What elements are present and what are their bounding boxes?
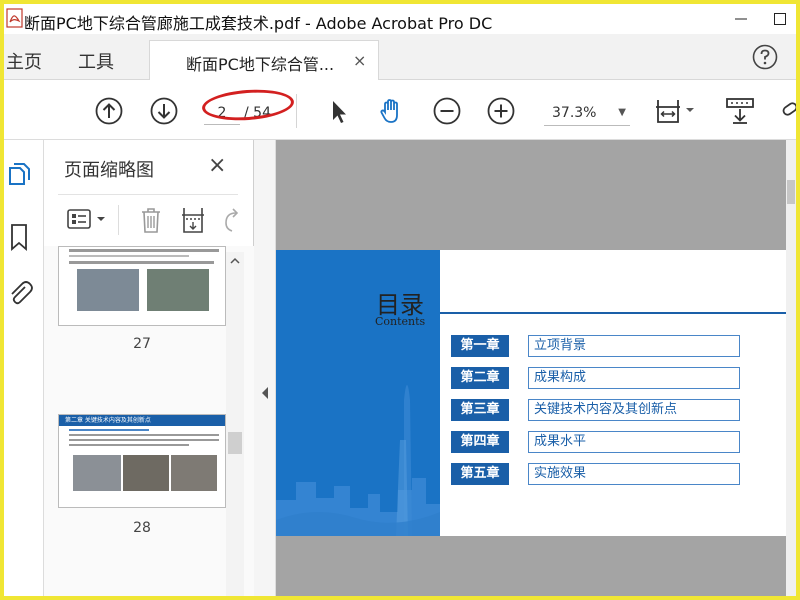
- toc-chapter-label: 第四章: [451, 431, 509, 453]
- thumbnail-options-icon[interactable]: [66, 207, 112, 233]
- title-bar: 断面PC地下综合管廊施工成套技术.pdf - Adobe Acrobat Pro…: [4, 4, 796, 34]
- rotate-icon[interactable]: [220, 207, 238, 233]
- panel-title: 页面缩略图: [64, 160, 154, 181]
- link-icon[interactable]: [780, 96, 796, 126]
- minimize-icon: [735, 18, 747, 20]
- help-icon[interactable]: [752, 44, 778, 70]
- page-view[interactable]: 目录 Contents 第一章 立项背景 第二章 成果构成 第三章 关键技术内容…: [276, 140, 786, 596]
- title-underline: [440, 312, 786, 314]
- document-scrollbar[interactable]: [786, 140, 796, 596]
- thumbnail-scrollbar[interactable]: [226, 252, 244, 596]
- thumb-text-line: [69, 249, 219, 252]
- thumbnail-page-27[interactable]: [58, 246, 226, 326]
- bookmark-icon[interactable]: [6, 222, 34, 252]
- thumb-text-line: [69, 429, 149, 431]
- fit-page-icon[interactable]: [654, 96, 698, 126]
- toolbar: 2 / 54 37.3% ▼: [4, 80, 796, 140]
- hand-tool-icon[interactable]: [376, 96, 406, 126]
- acrobat-window: 断面PC地下综合管廊施工成套技术.pdf - Adobe Acrobat Pro…: [4, 4, 796, 596]
- zoom-out-icon[interactable]: [432, 96, 462, 126]
- thumb-photo: [147, 269, 209, 311]
- thumb-text-line: [69, 261, 214, 264]
- scroll-mode-icon[interactable]: [724, 96, 756, 126]
- thumbnail-page-number: 27: [133, 336, 151, 352]
- extract-pages-icon[interactable]: [180, 205, 208, 235]
- toc-chapter-label: 第二章: [451, 367, 509, 389]
- thumb-text-line: [69, 434, 219, 436]
- toc-item-text: 立项背景: [528, 335, 740, 357]
- thumb-text-line: [69, 439, 219, 441]
- thumbnail-page-28[interactable]: 第二章 关键技术内容及其创新点: [58, 414, 226, 508]
- document-tab-label: 断面PC地下综合管...: [186, 55, 335, 74]
- zoom-in-icon[interactable]: [486, 96, 516, 126]
- toc-item-text: 成果水平: [528, 431, 740, 453]
- thumb-text-line: [69, 255, 189, 257]
- toc-item-text: 成果构成: [528, 367, 740, 389]
- scrollbar-thumb[interactable]: [787, 180, 795, 204]
- slide-subtitle: Contents: [375, 315, 426, 328]
- thumb-photo: [123, 455, 169, 491]
- thumbnail-tools: [58, 194, 238, 244]
- collapse-left-icon[interactable]: [260, 386, 270, 400]
- scrollbar-thumb[interactable]: [228, 432, 242, 454]
- previous-page-icon[interactable]: [94, 96, 124, 126]
- tab-tools[interactable]: 工具: [78, 48, 114, 74]
- thumb-photo: [73, 455, 121, 491]
- restore-button[interactable]: [764, 4, 796, 34]
- collapse-panel-strip[interactable]: [254, 140, 276, 596]
- window-title: 断面PC地下综合管廊施工成套技术.pdf - Adobe Acrobat Pro…: [24, 14, 493, 33]
- paperclip-icon[interactable]: [6, 278, 34, 308]
- thumb-photo: [77, 269, 139, 311]
- thumbnail-page-number: 28: [133, 520, 151, 536]
- close-panel-button[interactable]: ×: [208, 153, 226, 178]
- toc-item-text: 关键技术内容及其创新点: [528, 399, 740, 421]
- scroll-up-icon[interactable]: [229, 256, 241, 266]
- toc-chapter-label: 第一章: [451, 335, 509, 357]
- trash-icon[interactable]: [138, 205, 164, 235]
- acrobat-app-icon: [6, 8, 23, 28]
- toc-item-text: 实施效果: [528, 463, 740, 485]
- thumb-text-line: [69, 444, 189, 446]
- toc-slide: 目录 Contents 第一章 立项背景 第二章 成果构成 第三章 关键技术内容…: [276, 250, 786, 536]
- thumbnail-list: 27 第二章 关键技术内容及其创新点 28: [44, 246, 254, 596]
- red-highlight-ellipse: [201, 86, 295, 124]
- tab-home[interactable]: 主页: [6, 48, 42, 74]
- navigation-rail: [4, 140, 44, 596]
- select-cursor-icon[interactable]: [324, 96, 354, 126]
- chevron-down-icon: ▼: [618, 107, 626, 118]
- thumbnails-panel: 页面缩略图 × 27 第二章 关键技术内容及其创新点 28: [44, 140, 254, 596]
- restore-icon: [774, 13, 786, 25]
- tab-bar: 主页 工具 断面PC地下综合管... ×: [4, 34, 796, 81]
- toc-chapter-label: 第五章: [451, 463, 509, 485]
- tools-divider: [118, 205, 119, 235]
- toc-chapter-label: 第三章: [451, 399, 509, 421]
- zoom-level-dropdown[interactable]: 37.3% ▼: [544, 100, 630, 126]
- toolbar-divider: [296, 94, 297, 128]
- tab-document[interactable]: 断面PC地下综合管... ×: [149, 40, 379, 81]
- next-page-icon[interactable]: [149, 96, 179, 126]
- zoom-level-value: 37.3%: [552, 105, 597, 121]
- thumb-heading: 第二章 关键技术内容及其创新点: [59, 415, 225, 426]
- close-tab-button[interactable]: ×: [353, 51, 366, 70]
- page-thumbnails-icon[interactable]: [6, 162, 34, 192]
- document-area: 目录 Contents 第一章 立项背景 第二章 成果构成 第三章 关键技术内容…: [254, 140, 796, 596]
- thumb-photo: [171, 455, 217, 491]
- minimize-button[interactable]: [718, 4, 764, 34]
